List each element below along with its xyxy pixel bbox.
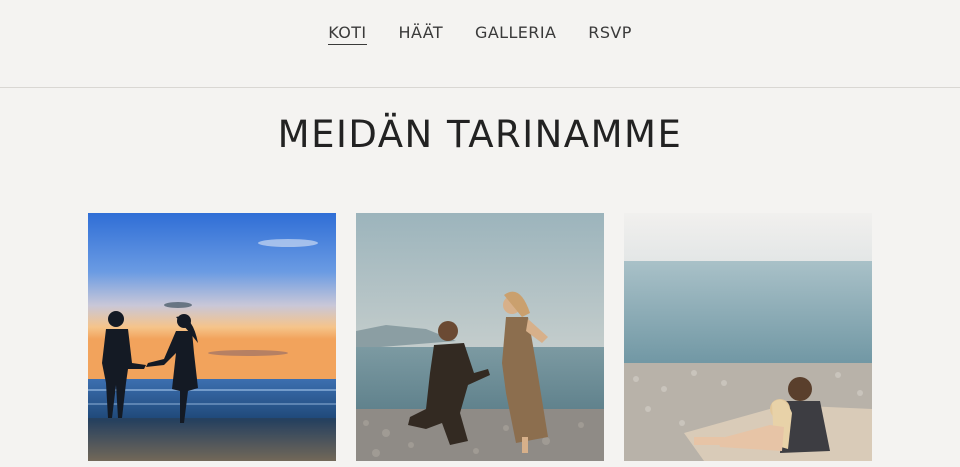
nav-link-haat[interactable]: HÄÄT [399, 23, 444, 44]
nav-link-galleria[interactable]: GALLERIA [475, 23, 556, 44]
nav-link-koti[interactable]: KOTI [328, 23, 367, 45]
photo-proposal-beach [356, 213, 604, 461]
nav-link-rsvp[interactable]: RSVP [588, 23, 631, 44]
page-title: MEIDÄN TARINAMME [277, 113, 683, 156]
photo-couple-sunset-beach [88, 213, 336, 461]
photo-couple-sitting-seaside [624, 213, 872, 461]
nav-menu: KOTI HÄÄT GALLERIA RSVP [0, 23, 960, 45]
top-navigation: KOTI HÄÄT GALLERIA RSVP [0, 0, 960, 88]
